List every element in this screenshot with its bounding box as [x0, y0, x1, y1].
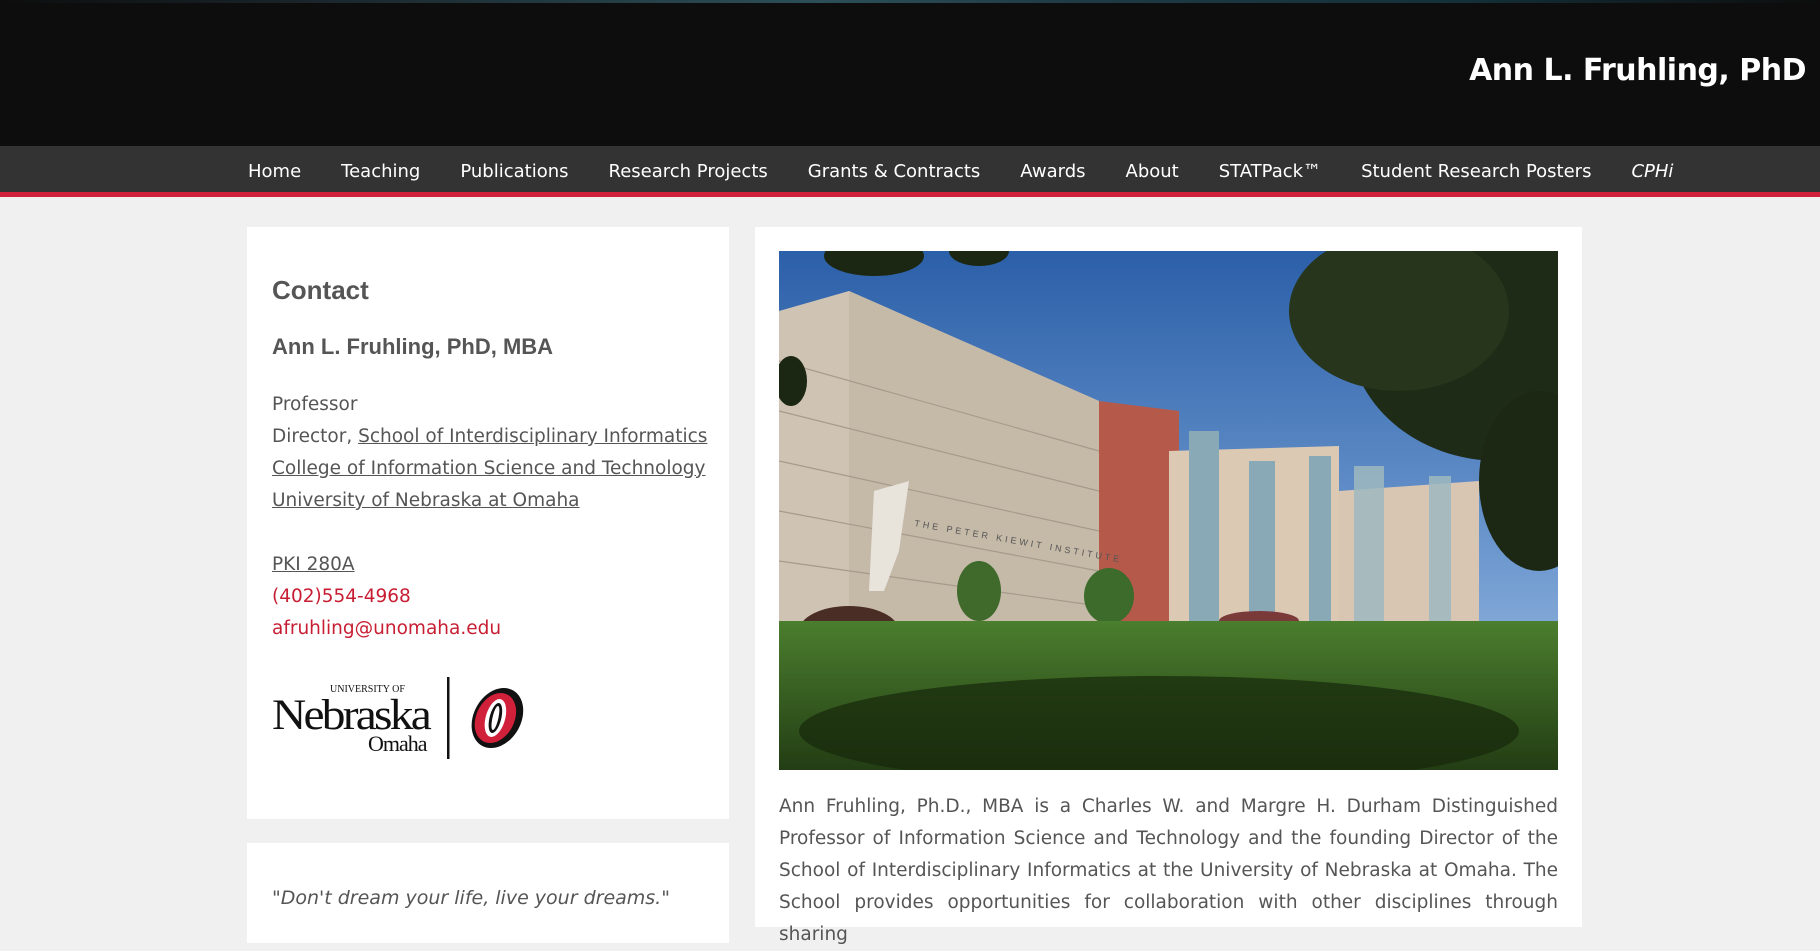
building-photo: THE PETER KIEWIT INSTITUTE: [779, 251, 1558, 770]
logo-o-monogram-icon: [471, 688, 524, 748]
logo-monogram-letter: O: [272, 677, 273, 678]
director-line: Director, School of Interdisciplinary In…: [272, 421, 722, 453]
nav-item-home[interactable]: Home: [248, 146, 301, 197]
logo-divider: [447, 677, 450, 759]
director-prefix: Director,: [272, 426, 359, 447]
university-link[interactable]: University of Nebraska at Omaha: [272, 490, 580, 511]
college-link[interactable]: College of Information Science and Techn…: [272, 458, 706, 479]
office-link[interactable]: PKI 280A: [272, 554, 355, 575]
university-logo[interactable]: UNIVERSITY OF Nebraska Omaha O: [272, 677, 542, 759]
email-link[interactable]: afruhling@unomaha.edu: [272, 613, 722, 645]
nav-item-teaching[interactable]: Teaching: [341, 146, 420, 197]
main-content-card: THE PETER KIEWIT INSTITUTE Ann Fruhling,…: [755, 227, 1582, 945]
nav-item-publications[interactable]: Publications: [460, 146, 568, 197]
contact-heading: Contact: [272, 275, 369, 305]
quote-text: "Don't dream your life, live your dreams…: [272, 887, 670, 909]
nav-item-grants-contracts[interactable]: Grants & Contracts: [808, 146, 981, 197]
nav-item-student-research-posters[interactable]: Student Research Posters: [1361, 146, 1591, 197]
phone-link[interactable]: (402)554-4968: [272, 581, 722, 613]
site-title[interactable]: Ann L. Fruhling, PhD: [1469, 53, 1806, 88]
contact-card: Contact Ann L. Fruhling, PhD, MBA Profes…: [247, 227, 729, 819]
nav-item-awards[interactable]: Awards: [1020, 146, 1085, 197]
site-header: Ann L. Fruhling, PhD: [0, 0, 1820, 146]
contact-title: Professor: [272, 394, 358, 415]
school-link[interactable]: School of Interdisciplinary Informatics: [358, 426, 707, 447]
contact-info: Professor Director, School of Interdisci…: [272, 389, 722, 645]
header-banner-strip: [0, 0, 1820, 3]
quote-card: "Don't dream your life, live your dreams…: [247, 843, 729, 943]
contact-name: Ann L. Fruhling, PhD, MBA: [272, 334, 554, 359]
nav-item-about[interactable]: About: [1126, 146, 1179, 197]
nav-item-statpack[interactable]: STATPack™: [1219, 146, 1321, 197]
nav-item-cphi[interactable]: CPHi: [1631, 146, 1673, 197]
nav-item-research-projects[interactable]: Research Projects: [609, 146, 768, 197]
peter-kiewit-institute-image: THE PETER KIEWIT INSTITUTE: [779, 251, 1558, 770]
logo-omaha: Omaha: [368, 731, 428, 756]
main-navigation: Home Teaching Publications Research Proj…: [0, 146, 1820, 197]
bio-text: Ann Fruhling, Ph.D., MBA is a Charles W.…: [779, 796, 1558, 945]
